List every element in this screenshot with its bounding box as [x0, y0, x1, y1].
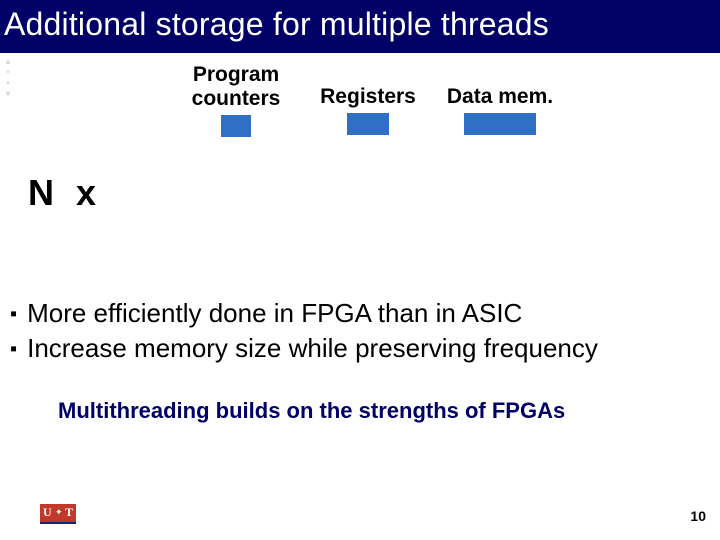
bullet-item: More efficiently done in FPGA than in AS… [10, 296, 710, 331]
callout-text: Multithreading builds on the strengths o… [58, 398, 565, 424]
logo-underline [40, 522, 76, 524]
uoft-logo-icon: U ✦ T [40, 504, 76, 522]
data-mem-box-icon [464, 113, 536, 135]
storage-diagram: Program counters Registers Data mem. [0, 53, 720, 243]
program-counters-label: Program counters [176, 63, 296, 111]
logo-letter-u: U [43, 505, 52, 520]
registers-box-icon [347, 113, 389, 135]
n-times-multiplier: N x [28, 172, 102, 214]
slide-title: Additional storage for multiple threads [0, 0, 720, 53]
logo-glyph-icon: ✦ [55, 507, 63, 518]
data-mem-column: Data mem. [440, 85, 560, 135]
program-counter-box-icon [221, 115, 251, 137]
program-counters-column: Program counters [176, 63, 296, 137]
registers-column: Registers [308, 85, 428, 135]
page-number: 10 [690, 508, 706, 524]
slide-footer: U ✦ T 10 [0, 500, 720, 540]
bullet-list: More efficiently done in FPGA than in AS… [10, 296, 710, 366]
slide: Additional storage for multiple threads … [0, 0, 720, 540]
bullet-item: Increase memory size while preserving fr… [10, 331, 710, 366]
data-mem-label: Data mem. [440, 85, 560, 109]
logo-letter-t: T [65, 505, 73, 520]
registers-label: Registers [308, 85, 428, 109]
